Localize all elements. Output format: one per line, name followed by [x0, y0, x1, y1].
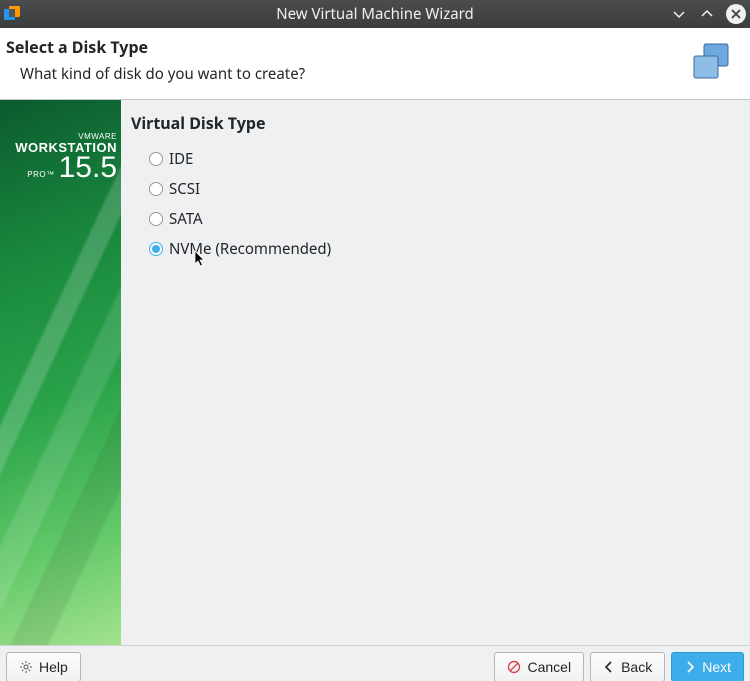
radio-option-scsi[interactable]: SCSI	[149, 174, 740, 204]
titlebar: New Virtual Machine Wizard	[0, 0, 750, 28]
radio-input[interactable]	[149, 182, 163, 196]
app-icon	[2, 4, 22, 24]
brand-version: 15.5	[59, 154, 117, 181]
close-icon[interactable]	[726, 4, 746, 24]
radio-label: IDE	[169, 149, 193, 169]
group-title: Virtual Disk Type	[131, 112, 740, 134]
help-label: Help	[39, 659, 68, 675]
radio-input[interactable]	[149, 152, 163, 166]
radio-label: SATA	[169, 209, 203, 229]
next-button[interactable]: Next	[671, 652, 744, 681]
window-title: New Virtual Machine Wizard	[0, 4, 750, 24]
radio-option-nvme[interactable]: NVMe (Recommended)	[149, 234, 740, 264]
window-controls	[670, 4, 746, 24]
disk-header-icon	[690, 42, 732, 87]
wizard-footer: Help Cancel Back Next	[0, 645, 750, 681]
back-button[interactable]: Back	[590, 652, 665, 681]
wizard-header: Select a Disk Type What kind of disk do …	[0, 28, 750, 100]
cancel-label: Cancel	[527, 659, 571, 675]
wizard-content: Virtual Disk Type IDE SCSI SATA NVMe (Re…	[121, 100, 750, 645]
minimize-icon[interactable]	[670, 5, 688, 23]
back-label: Back	[621, 659, 652, 675]
sidebar-branding: VMWARE WORKSTATION PRO™ 15.5	[0, 100, 121, 645]
wizard-body: VMWARE WORKSTATION PRO™ 15.5 Virtual Dis…	[0, 100, 750, 645]
radio-input[interactable]	[149, 212, 163, 226]
radio-option-ide[interactable]: IDE	[149, 144, 740, 174]
help-button[interactable]: Help	[6, 652, 81, 681]
chevron-right-icon	[684, 661, 696, 673]
radio-option-sata[interactable]: SATA	[149, 204, 740, 234]
next-label: Next	[702, 659, 731, 675]
radio-label: NVMe (Recommended)	[169, 239, 331, 259]
cancel-icon	[507, 660, 521, 674]
help-icon	[19, 660, 33, 674]
radio-input[interactable]	[149, 242, 163, 256]
brand-pro: PRO™	[27, 170, 54, 179]
chevron-left-icon	[603, 661, 615, 673]
page-subtitle: What kind of disk do you want to create?	[6, 64, 690, 84]
cancel-button[interactable]: Cancel	[494, 652, 584, 681]
maximize-icon[interactable]	[698, 5, 716, 23]
disk-type-radio-group: IDE SCSI SATA NVMe (Recommended)	[131, 144, 740, 264]
radio-label: SCSI	[169, 179, 200, 199]
page-title: Select a Disk Type	[6, 36, 690, 58]
